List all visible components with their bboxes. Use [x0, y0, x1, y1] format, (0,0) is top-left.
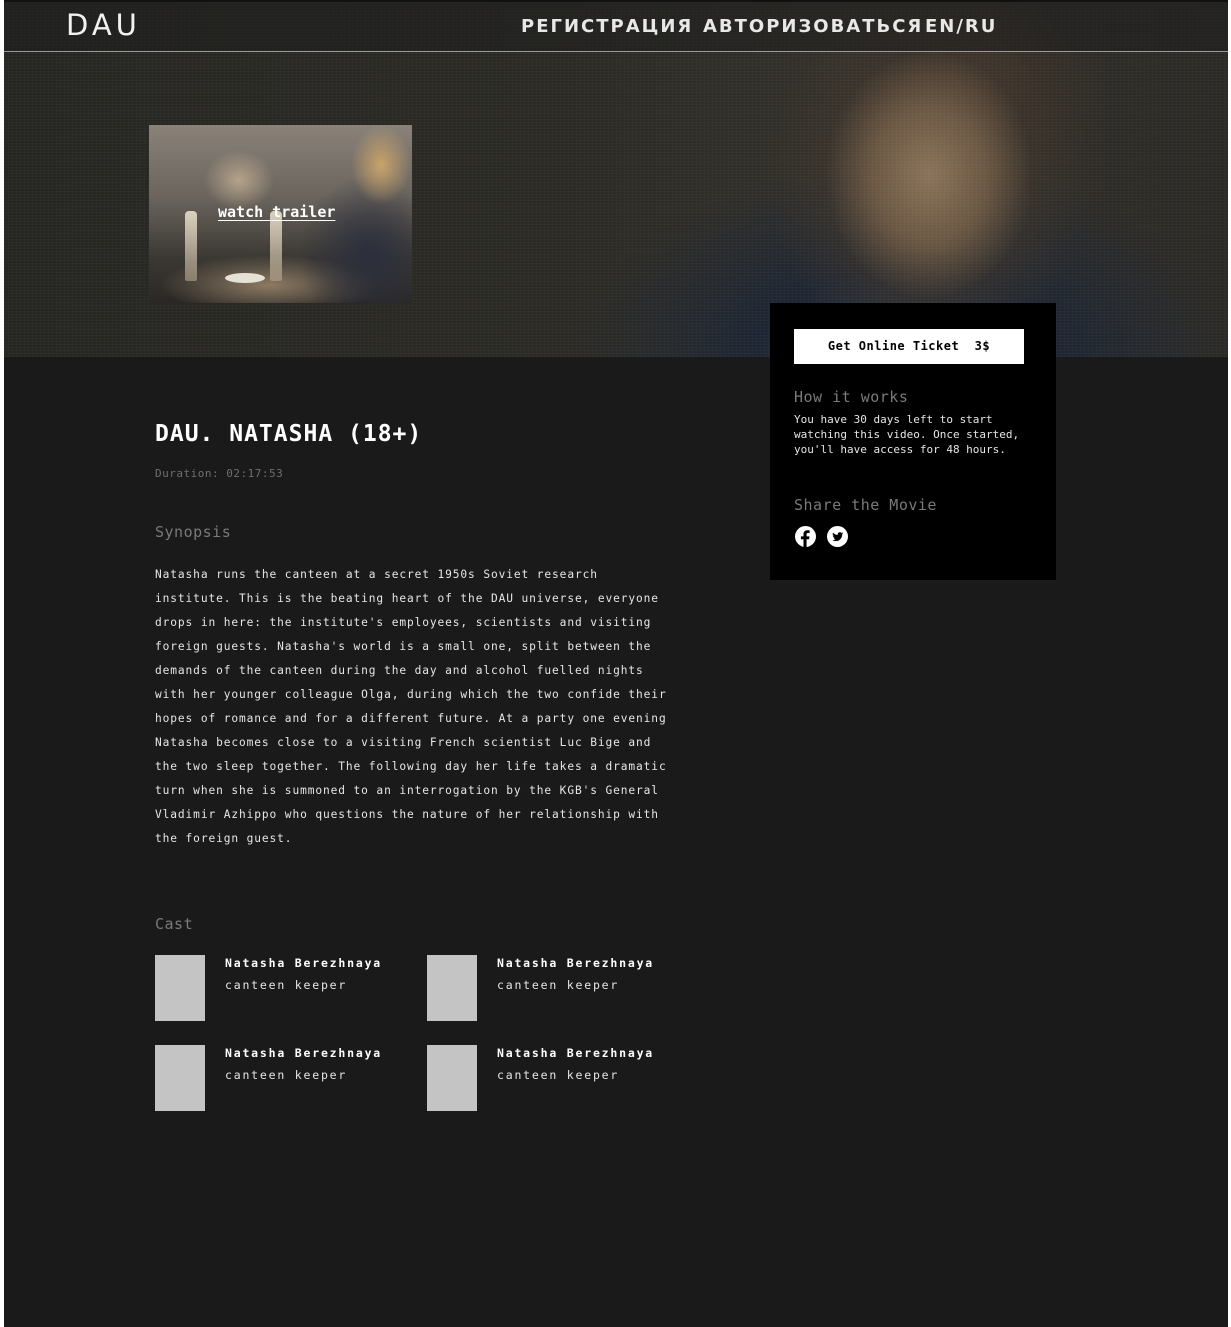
plate — [225, 273, 265, 283]
language-switch[interactable]: EN/RU — [925, 16, 997, 37]
synopsis-text: Natasha runs the canteen at a secret 195… — [155, 568, 667, 845]
cast-role: canteen keeper — [225, 978, 348, 992]
cast-role: canteen keeper — [497, 1068, 620, 1082]
movie-title: DAU. NATASHA (18+) — [155, 421, 423, 447]
cast-member: Natasha Berezhnaya canteen keeper — [155, 955, 417, 1021]
cast-photo — [155, 1045, 205, 1111]
cast-member: Natasha Berezhnaya canteen keeper — [155, 1045, 417, 1111]
cast-name: Natasha Berezhnaya — [225, 1046, 383, 1060]
champagne-glass — [270, 211, 282, 281]
cast-name: Natasha Berezhnaya — [497, 956, 655, 970]
cast-role: canteen keeper — [497, 978, 620, 992]
cast-photo — [155, 955, 205, 1021]
champagne-glass — [185, 211, 197, 281]
how-it-works-title: How it works — [794, 388, 909, 406]
cast-name: Natasha Berezhnaya — [497, 1046, 655, 1060]
synopsis-title: Synopsis — [155, 523, 232, 541]
cast-title: Cast — [155, 915, 194, 933]
watch-trailer-link[interactable]: watch trailer — [218, 203, 335, 221]
cast-photo — [427, 1045, 477, 1111]
nav-register-link[interactable]: РЕГИСТРАЦИЯ — [521, 16, 693, 37]
cast-member: Natasha Berezhnaya canteen keeper — [427, 955, 689, 1021]
facebook-icon[interactable] — [795, 526, 816, 547]
trailer-thumbnail[interactable]: watch trailer — [149, 125, 412, 303]
cast-role: canteen keeper — [225, 1068, 348, 1082]
site-header: DAU РЕГИСТРАЦИЯ АВТОРИЗОВАТЬСЯ EN/RU — [4, 0, 1228, 52]
twitter-icon[interactable] — [827, 526, 848, 547]
cast-member: Natasha Berezhnaya canteen keeper — [427, 1045, 689, 1111]
logo[interactable]: DAU — [66, 8, 141, 42]
ticket-panel: Get Online Ticket 3$ How it works You ha… — [770, 303, 1056, 580]
get-ticket-button[interactable]: Get Online Ticket 3$ — [794, 329, 1024, 364]
how-it-works-text: You have 30 days left to start watching … — [794, 413, 1020, 456]
share-title: Share the Movie — [794, 496, 937, 514]
page-frame: watch trailer DAU РЕГИСТРАЦИЯ АВТОРИЗОВА… — [4, 0, 1228, 1327]
cast-name: Natasha Berezhnaya — [225, 956, 383, 970]
nav-login-link[interactable]: АВТОРИЗОВАТЬСЯ — [703, 16, 923, 37]
movie-duration: Duration: 02:17:53 — [155, 467, 284, 480]
cast-photo — [427, 955, 477, 1021]
